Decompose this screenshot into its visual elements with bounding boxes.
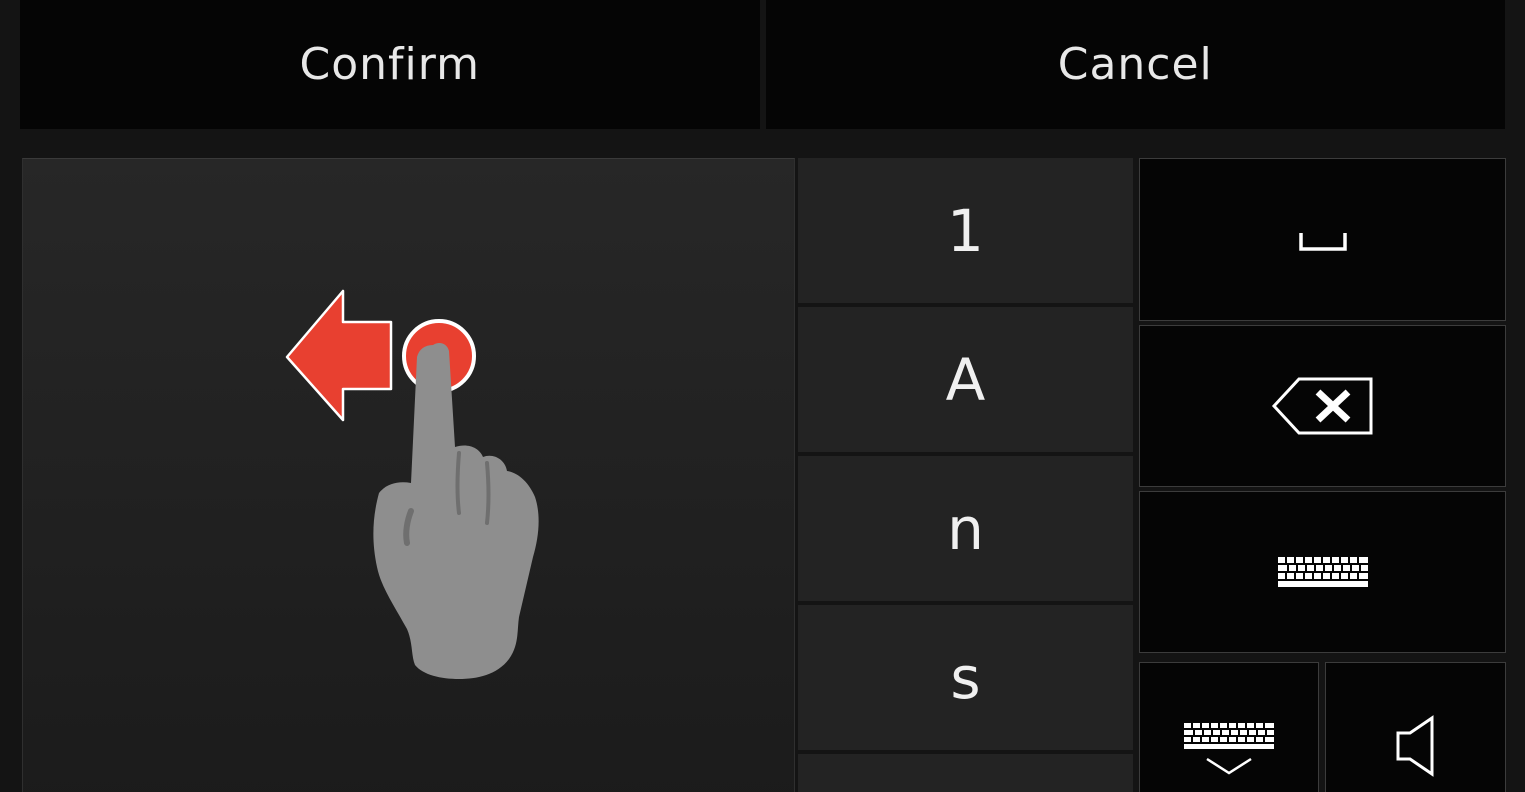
keyboard-layout-button[interactable] (1139, 491, 1506, 653)
cancel-button[interactable]: Cancel (765, 0, 1505, 129)
hide-keyboard-button[interactable] (1139, 662, 1319, 792)
candidate-label: 1 (947, 196, 984, 265)
swipe-left-gesture-icon (285, 289, 539, 679)
speaker-icon (1396, 715, 1433, 777)
candidate-label: A (945, 345, 986, 414)
candidate-label: n (947, 494, 984, 563)
confirm-button[interactable]: Confirm (20, 0, 760, 129)
candidate-label: s (950, 643, 981, 712)
keyboard-icon (1277, 557, 1368, 587)
backspace-button[interactable] (1139, 325, 1506, 487)
hide-keyboard-icon (1184, 723, 1274, 775)
candidate-key[interactable]: A (798, 307, 1133, 452)
candidate-key[interactable] (798, 754, 1133, 792)
handwriting-pad[interactable] (22, 158, 795, 792)
confirm-label: Confirm (299, 39, 480, 90)
cancel-label: Cancel (1057, 39, 1213, 90)
space-icon (1298, 232, 1347, 251)
action-bar: Confirm Cancel (20, 0, 1505, 129)
hand-icon (373, 343, 539, 679)
sound-button[interactable] (1325, 662, 1506, 792)
backspace-icon (1271, 377, 1372, 435)
space-button[interactable] (1139, 158, 1506, 321)
candidate-key[interactable]: 1 (798, 158, 1133, 303)
candidate-key[interactable]: s (798, 605, 1133, 750)
candidate-key[interactable]: n (798, 456, 1133, 601)
arrow-left-icon (285, 289, 393, 422)
handwriting-input-screen: Confirm Cancel 1 A n s (0, 0, 1525, 792)
